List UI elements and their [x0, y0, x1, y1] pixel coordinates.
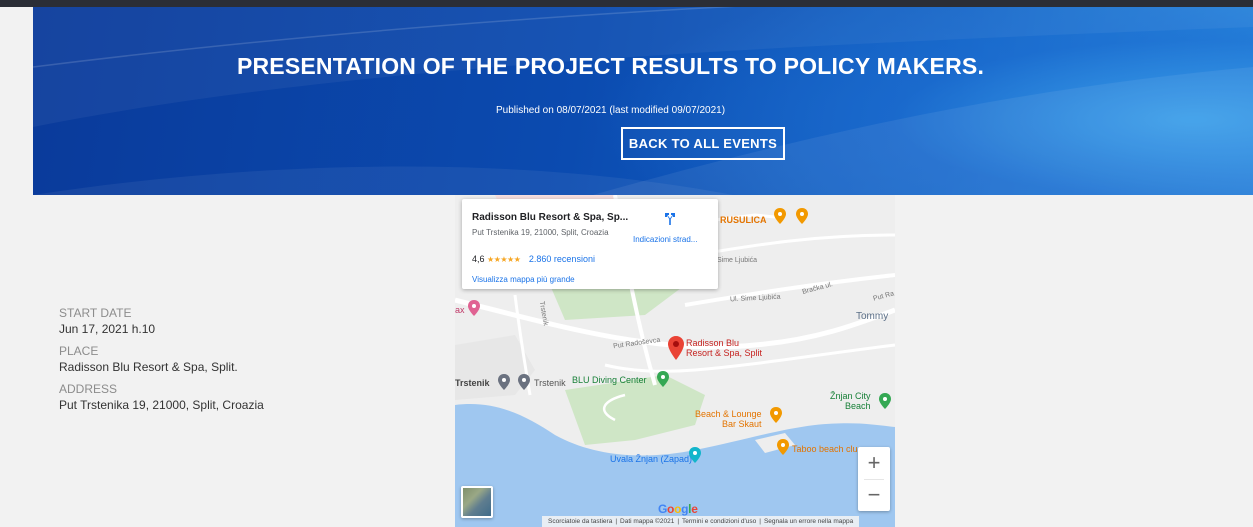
bay-pin-icon[interactable]: [688, 446, 702, 464]
bar-pin-icon[interactable]: [769, 406, 783, 424]
poi-label-trstenik-2[interactable]: Trstenik: [534, 378, 566, 388]
poi-label-trstenik[interactable]: Trstenik: [455, 378, 490, 388]
terms-link[interactable]: Termini e condizioni d'uso: [682, 518, 756, 525]
location-pin-icon[interactable]: [667, 335, 685, 361]
directions-link[interactable]: Indicazioni strad...: [633, 235, 697, 244]
reviews-link[interactable]: 2.860 recensioni: [529, 254, 595, 264]
page-title: PRESENTATION OF THE PROJECT RESULTS TO P…: [236, 53, 985, 79]
pin-label-line-1: Radisson Blu: [686, 338, 740, 348]
directions-icon[interactable]: [662, 211, 678, 227]
start-date-label: START DATE: [59, 306, 132, 320]
street-label: Sime Ljubića: [717, 257, 758, 264]
published-date: Published on 08/07/2021 (last modified 0…: [495, 105, 726, 116]
poi-label-beach-lounge[interactable]: Beach & Lounge Bar Skaut: [695, 409, 762, 429]
place-label: PLACE: [59, 344, 99, 358]
shop-pin-icon[interactable]: [467, 299, 481, 317]
place-pin-icon[interactable]: [497, 373, 511, 391]
beach-pin-icon[interactable]: [878, 392, 892, 410]
place-pin-icon[interactable]: [517, 373, 531, 391]
poi-label-znjan-beach[interactable]: Žnjan City Beach: [830, 391, 871, 411]
place-value: Radisson Blu Resort & Spa, Split.: [59, 360, 238, 374]
rating-stars-icon: ★★★★★: [487, 255, 521, 264]
poi-label-blu-diving[interactable]: BLU Diving Center: [572, 375, 647, 385]
poi-label-uvala[interactable]: Uvala Žnjan (Zapad): [610, 454, 692, 464]
address-value: Put Trstenika 19, 21000, Split, Croazia: [59, 398, 264, 412]
back-to-all-events-button[interactable]: BACK TO ALL EVENTS: [621, 127, 785, 160]
place-info-card: Radisson Blu Resort & Spa, Sp... Put Trs…: [462, 199, 718, 289]
hero-swoosh-decoration: [33, 7, 1253, 195]
map-attribution: Scorciatoie da tastiera | Dati mappa ©2021…: [542, 516, 860, 527]
zoom-divider: [864, 479, 884, 480]
zoom-controls: + −: [858, 447, 890, 511]
embedded-map[interactable]: Sime Ljubića Ul. Sime Ljubića Bračka ul.…: [455, 195, 895, 527]
report-error-link[interactable]: Segnala un errore nella mappa: [764, 518, 853, 525]
top-bar: [0, 0, 1253, 7]
pin-label-line-2: Resort & Spa, Split: [686, 348, 763, 358]
google-logo-letter: G: [658, 502, 668, 516]
start-date-group: START DATE Jun 17, 2021 h.10: [59, 306, 419, 338]
poi-label-tommy[interactable]: Tommy: [856, 311, 888, 322]
bar-pin-icon[interactable]: [795, 207, 809, 225]
diving-pin-icon[interactable]: [656, 370, 670, 388]
poi-label-ax[interactable]: ax: [455, 305, 465, 315]
address-label: ADDRESS: [59, 382, 118, 396]
place-rating: 4,6 ★★★★★ 2.860 recensioni: [472, 254, 595, 264]
google-logo-letter: e: [691, 502, 698, 516]
bar-pin-icon[interactable]: [776, 438, 790, 456]
address-group: ADDRESS Put Trstenika 19, 21000, Split, …: [59, 382, 419, 414]
view-larger-map-link[interactable]: Visualizza mappa più grande: [472, 275, 575, 284]
google-logo: Google: [658, 502, 698, 516]
restaurant-pin-icon[interactable]: [773, 207, 787, 225]
zoom-in-button[interactable]: +: [858, 447, 890, 479]
place-group: PLACE Radisson Blu Resort & Spa, Split.: [59, 344, 419, 376]
place-address: Put Trstenika 19, 21000, Split, Croazia: [472, 228, 609, 237]
start-date-value: Jun 17, 2021 h.10: [59, 322, 156, 336]
rating-value: 4,6: [472, 254, 485, 264]
hero-banner: PRESENTATION OF THE PROJECT RESULTS TO P…: [33, 7, 1253, 195]
pin-label[interactable]: Radisson Blu Resort & Spa, Split: [686, 338, 762, 358]
keyboard-shortcuts-link[interactable]: Scorciatoie da tastiera: [548, 518, 612, 525]
zoom-out-button[interactable]: −: [858, 479, 890, 511]
place-name: Radisson Blu Resort & Spa, Sp...: [472, 212, 629, 223]
event-info: START DATE Jun 17, 2021 h.10 PLACE Radis…: [59, 302, 419, 420]
poi-label-rusulica[interactable]: RUSULICA: [720, 215, 767, 225]
map-data-link[interactable]: Dati mappa ©2021: [620, 518, 674, 525]
poi-label-taboo[interactable]: Taboo beach club Split: [792, 444, 858, 454]
satellite-toggle-button[interactable]: [461, 486, 493, 518]
